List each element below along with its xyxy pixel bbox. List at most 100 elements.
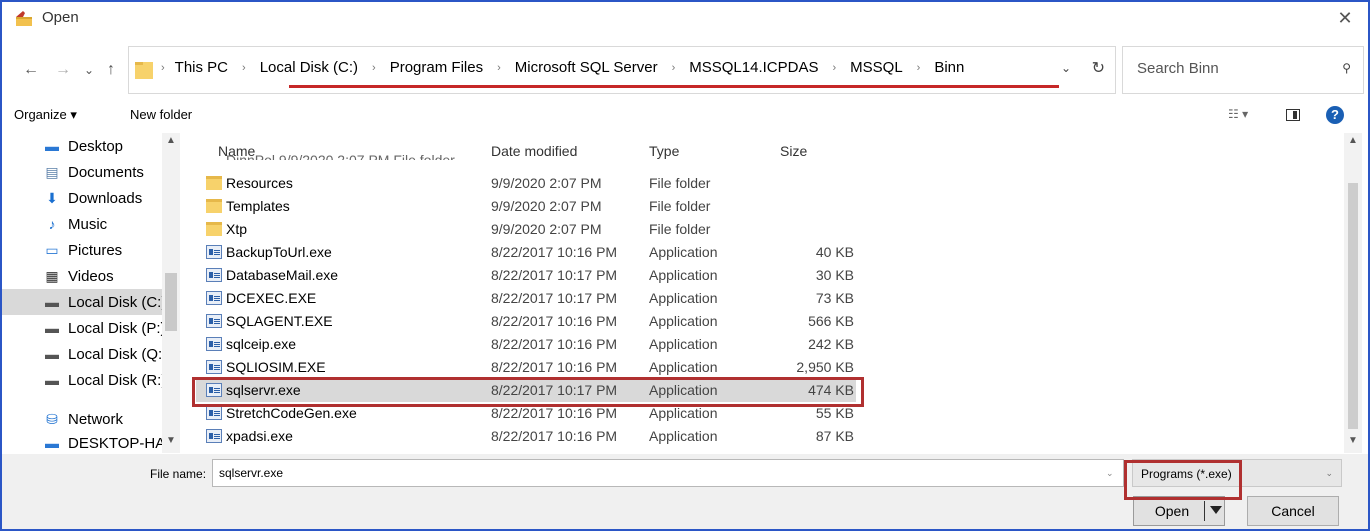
file-type: File folder bbox=[649, 175, 711, 191]
sidebar-item[interactable]: ▬ Local Disk (C:) bbox=[2, 289, 180, 315]
scroll-down-icon[interactable]: ▼ bbox=[1348, 435, 1358, 446]
breadcrumb-separator-icon[interactable]: › bbox=[242, 62, 246, 74]
file-list-scroll-thumb[interactable] bbox=[1348, 183, 1358, 429]
app-icon bbox=[16, 11, 32, 26]
sidebar-item[interactable]: ▬ Local Disk (R:) bbox=[2, 367, 180, 393]
sidebar-item[interactable]: ▬ Desktop bbox=[2, 133, 180, 159]
file-row[interactable]: Xtp 9/9/2020 2:07 PM File folder bbox=[196, 218, 856, 241]
view-options-icon[interactable]: ☷ ▾ bbox=[1228, 107, 1248, 121]
sidebar-scrollbar[interactable]: ▲ ▼ bbox=[162, 133, 180, 453]
help-icon[interactable]: ? bbox=[1326, 106, 1344, 124]
file-name-label: File name: bbox=[150, 467, 207, 481]
file-name: DCEXEC.EXE bbox=[226, 290, 317, 306]
breadcrumb-this-pc[interactable]: This PC bbox=[175, 59, 228, 76]
file-row[interactable]: DatabaseMail.exe 8/22/2017 10:17 PM Applic… bbox=[196, 264, 856, 287]
file-name: xpadsi.exe bbox=[226, 428, 293, 444]
file-date: 8/22/2017 10:16 PM bbox=[491, 313, 618, 329]
sidebar-item[interactable]: ▭ Pictures bbox=[2, 237, 180, 263]
address-dropdown-icon[interactable]: ⌄ bbox=[1061, 61, 1071, 75]
file-row[interactable]: Resources 9/9/2020 2:07 PM File folder bbox=[196, 172, 856, 195]
scroll-up-icon[interactable]: ▲ bbox=[1348, 135, 1358, 146]
organize-button[interactable]: Organize ▾ bbox=[14, 107, 77, 123]
drive-icon: ▬ bbox=[45, 372, 59, 388]
breadcrumb-binn[interactable]: Binn bbox=[934, 59, 964, 76]
drive-icon: ▬ bbox=[45, 294, 59, 310]
back-arrow-icon: ← bbox=[23, 61, 39, 78]
column-header-date[interactable]: Date modified bbox=[491, 143, 577, 159]
file-row[interactable]: Templates 9/9/2020 2:07 PM File folder bbox=[196, 195, 856, 218]
forward-button[interactable]: → bbox=[52, 58, 74, 82]
file-row[interactable]: SQLAGENT.EXE 8/22/2017 10:16 PM Applicatio… bbox=[196, 310, 856, 333]
file-type: Application bbox=[649, 313, 718, 329]
scroll-down-icon[interactable]: ▼ bbox=[166, 435, 176, 446]
file-name: Xtp bbox=[226, 221, 248, 237]
sidebar-item-label: Music bbox=[68, 215, 108, 233]
preview-pane-icon[interactable] bbox=[1286, 109, 1300, 121]
breadcrumb-separator-icon[interactable]: › bbox=[497, 62, 501, 74]
file-row[interactable]: BackupToUrl.exe 8/22/2017 10:16 PM Applica… bbox=[196, 241, 856, 264]
search-placeholder: Search Binn bbox=[1137, 60, 1219, 77]
address-bar[interactable]: › This PC › Local Disk (C:) › Program Fi… bbox=[128, 46, 1116, 94]
breadcrumb-separator-icon[interactable]: › bbox=[372, 62, 376, 74]
recent-locations-button[interactable]: ⌄ bbox=[78, 58, 100, 82]
scroll-up-icon[interactable]: ▲ bbox=[166, 135, 176, 146]
close-button[interactable]: ✕ bbox=[1322, 2, 1368, 34]
up-button[interactable]: ↑ bbox=[100, 58, 122, 82]
sidebar-item[interactable]: ⛁ Network bbox=[2, 406, 180, 432]
up-arrow-icon: ↑ bbox=[107, 61, 115, 78]
sidebar-item[interactable]: ♪ Music bbox=[2, 211, 180, 237]
back-button[interactable]: ← bbox=[20, 58, 42, 82]
refresh-icon[interactable]: ↻ bbox=[1092, 58, 1105, 78]
file-row[interactable]: xpadsi.exe 8/22/2017 10:16 PM Application 8… bbox=[196, 425, 856, 448]
sidebar-item[interactable]: ▬ Local Disk (Q:) bbox=[2, 341, 180, 367]
breadcrumb-program-files[interactable]: Program Files bbox=[390, 59, 483, 76]
sidebar-scroll-thumb[interactable] bbox=[165, 273, 177, 331]
sidebar-item[interactable]: ▤ Documents bbox=[2, 159, 180, 185]
cancel-button[interactable]: Cancel bbox=[1247, 496, 1339, 526]
file-list-scrollbar[interactable]: ▲ ▼ bbox=[1344, 133, 1362, 453]
column-header-size[interactable]: Size bbox=[780, 143, 807, 159]
close-icon: ✕ bbox=[1337, 7, 1353, 28]
music-icon: ♪ bbox=[48, 216, 56, 232]
drive-icon: ▬ bbox=[45, 320, 59, 336]
file-date: 8/22/2017 10:16 PM bbox=[491, 359, 618, 375]
file-type: Application bbox=[649, 267, 718, 283]
breadcrumb-separator-icon[interactable]: › bbox=[832, 62, 836, 74]
file-row[interactable]: DCEXEC.EXE 8/22/2017 10:17 PM Application 7… bbox=[196, 287, 856, 310]
breadcrumb-microsoft-sql-server[interactable]: Microsoft SQL Server bbox=[515, 59, 658, 76]
new-folder-button[interactable]: New folder bbox=[130, 107, 192, 122]
breadcrumb-separator-icon[interactable]: › bbox=[161, 62, 165, 74]
open-options-arrow-icon[interactable] bbox=[1210, 506, 1222, 514]
sidebar-item[interactable]: ▦ Videos bbox=[2, 263, 180, 289]
clipped-list-item[interactable]: DinnPol 9/9/2020 2:07 PM File folder bbox=[226, 152, 455, 160]
desktop-icon: ▬ bbox=[45, 138, 59, 154]
sidebar-item[interactable]: ▬ DESKTOP-HAN bbox=[2, 430, 180, 453]
file-size: 30 KB bbox=[815, 267, 854, 283]
file-size: 55 KB bbox=[815, 405, 854, 421]
file-row[interactable]: SQLIOSIM.EXE 8/22/2017 10:16 PM Applicatio… bbox=[196, 356, 856, 379]
application-icon bbox=[206, 406, 222, 420]
file-row[interactable]: sqlceip.exe 8/22/2017 10:16 PM Application… bbox=[196, 333, 856, 356]
file-name: SQLAGENT.EXE bbox=[226, 313, 333, 329]
open-button-annotation bbox=[1124, 460, 1242, 500]
column-header-type[interactable]: Type bbox=[649, 143, 679, 159]
sidebar-item-label: Videos bbox=[68, 267, 114, 285]
file-name-input[interactable] bbox=[212, 459, 1124, 487]
file-size: 242 KB bbox=[808, 336, 854, 352]
file-size: 566 KB bbox=[808, 313, 854, 329]
breadcrumb-local-disk-c[interactable]: Local Disk (C:) bbox=[260, 59, 358, 76]
sidebar-item[interactable]: ⬇ Downloads bbox=[2, 185, 180, 211]
sidebar-item[interactable]: ▬ Local Disk (P:) bbox=[2, 315, 180, 341]
file-name-dropdown-icon[interactable]: ⌄ bbox=[1106, 468, 1114, 479]
open-button[interactable]: Open bbox=[1133, 496, 1225, 526]
breadcrumb-mssql[interactable]: MSSQL bbox=[850, 59, 903, 76]
breadcrumb: › This PC › Local Disk (C:) › Program Fi… bbox=[161, 59, 964, 76]
chevron-down-icon: ⌄ bbox=[1325, 468, 1333, 478]
breadcrumb-mssql14-icpdas[interactable]: MSSQL14.ICPDAS bbox=[689, 59, 818, 76]
breadcrumb-separator-icon[interactable]: › bbox=[917, 62, 921, 74]
open-dialog: Open ✕ ← → ⌄ ↑ › This PC › Local Disk (C… bbox=[0, 0, 1370, 531]
file-size: 2,950 KB bbox=[796, 359, 854, 375]
breadcrumb-separator-icon[interactable]: › bbox=[672, 62, 676, 74]
file-size: 87 KB bbox=[815, 428, 854, 444]
search-input[interactable]: Search Binn ⚲ bbox=[1122, 46, 1364, 94]
